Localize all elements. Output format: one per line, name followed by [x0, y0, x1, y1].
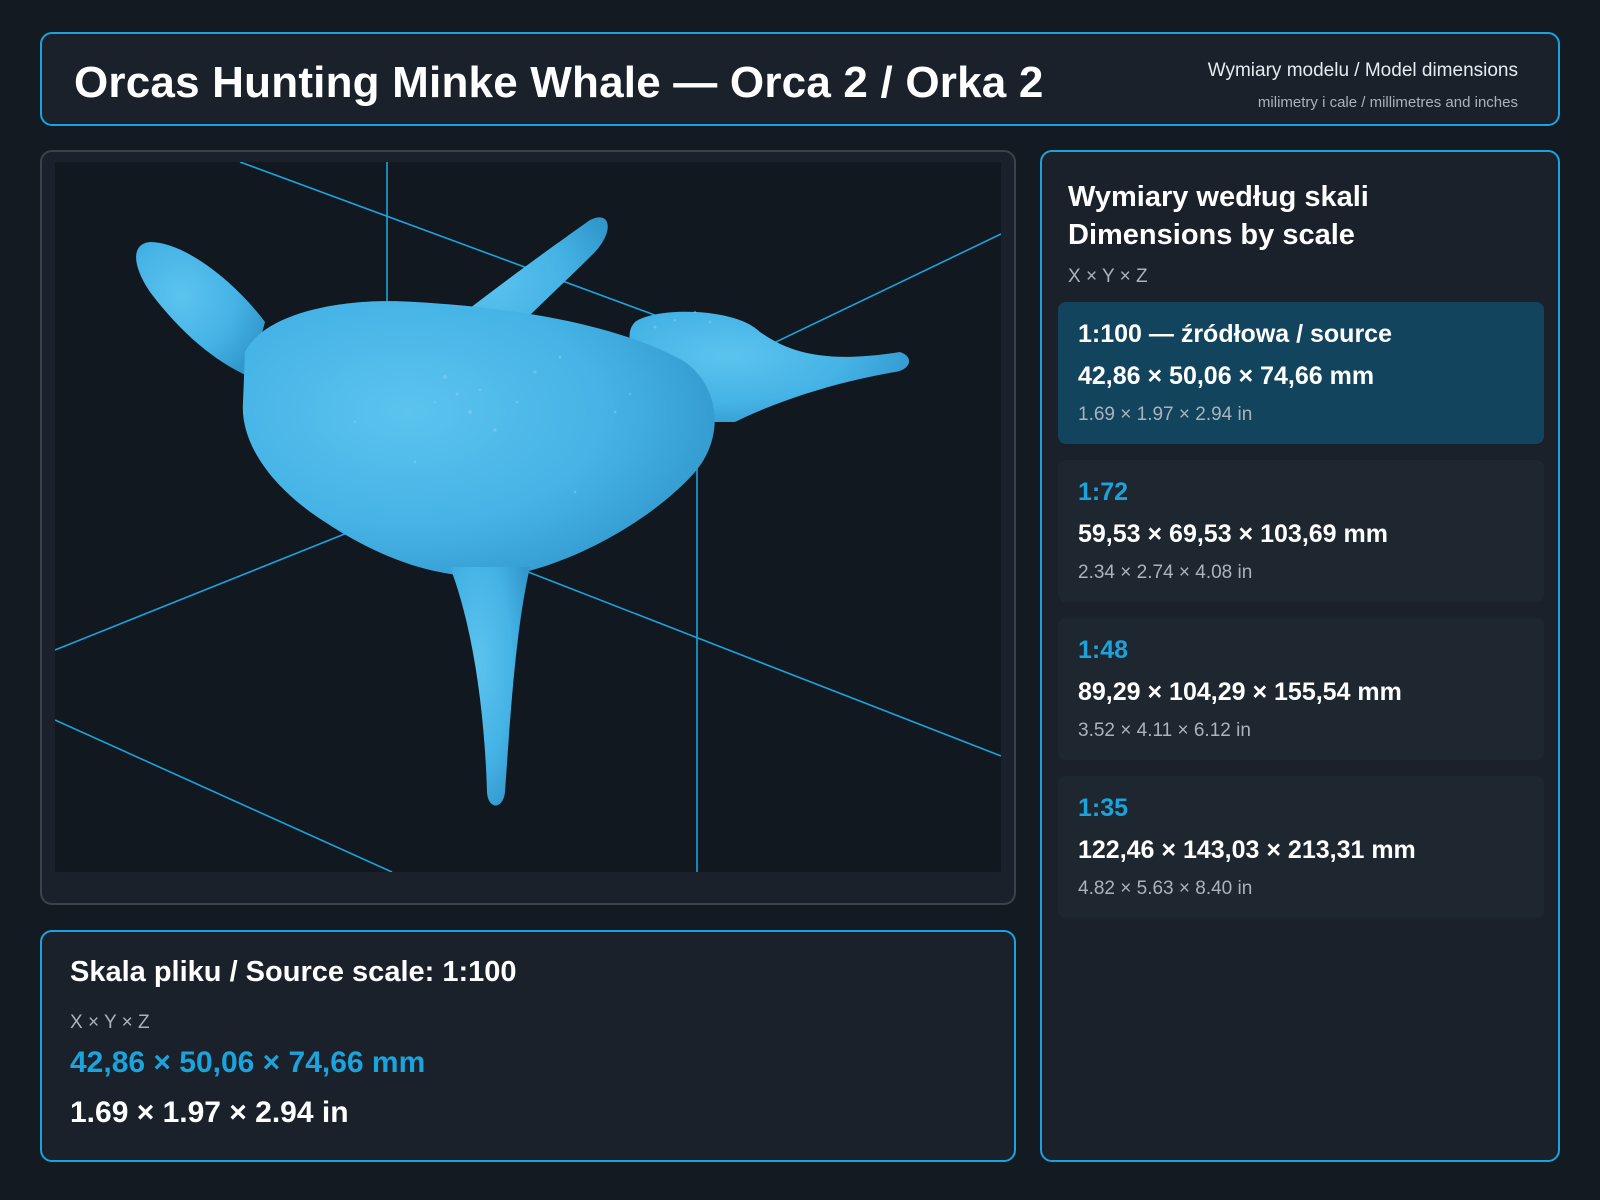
header-subtitle-primary: Wymiary modelu / Model dimensions	[1207, 60, 1518, 81]
scales-title-line1: Wymiary według skali	[1068, 181, 1369, 213]
scales-axes-label: X × Y × Z	[1068, 266, 1148, 287]
scale-dimensions-in: 3.52 × 4.11 × 6.12 in	[1078, 720, 1251, 741]
source-axes-label: X × Y × Z	[70, 1012, 150, 1033]
source-dimensions-in: 1.69 × 1.97 × 2.94 in	[70, 1096, 349, 1129]
viewer-canvas[interactable]	[55, 162, 1001, 872]
scale-dimensions-in: 2.34 × 2.74 × 4.08 in	[1078, 562, 1253, 583]
scale-card-1-100[interactable]: 1:100 — źródłowa / source 42,86 × 50,06 …	[1058, 302, 1544, 444]
page-title: Orcas Hunting Minke Whale — Orca 2 / Ork…	[74, 58, 1044, 107]
scale-name: 1:72	[1078, 478, 1129, 506]
scales-title: Wymiary według skali Dimensions by scale	[1068, 178, 1369, 254]
source-scale-panel: Skala pliku / Source scale: 1:100 X × Y …	[40, 930, 1016, 1162]
model-viewer[interactable]	[40, 150, 1016, 905]
scale-dimensions-in: 4.82 × 5.63 × 8.40 in	[1078, 878, 1253, 899]
source-scale-title: Skala pliku / Source scale: 1:100	[70, 956, 517, 988]
scale-name: 1:48	[1078, 636, 1129, 664]
scale-name: 1:100 — źródłowa / source	[1078, 320, 1392, 348]
scale-dimensions-in: 1.69 × 1.97 × 2.94 in	[1078, 404, 1253, 425]
scale-card-1-72[interactable]: 1:72 59,53 × 69,53 × 103,69 mm 2.34 × 2.…	[1058, 460, 1544, 602]
header-bar: Orcas Hunting Minke Whale — Orca 2 / Ork…	[40, 32, 1560, 126]
model-render[interactable]	[55, 162, 1001, 872]
scale-card-1-35[interactable]: 1:35 122,46 × 143,03 × 213,31 mm 4.82 × …	[1058, 776, 1544, 918]
scale-dimensions-mm: 59,53 × 69,53 × 103,69 mm	[1078, 520, 1388, 548]
header-subtitle-secondary: milimetry i cale / millimetres and inche…	[1257, 94, 1518, 111]
scale-dimensions-mm: 89,29 × 104,29 × 155,54 mm	[1078, 678, 1402, 706]
orca-model	[136, 217, 910, 806]
scales-panel: Wymiary według skali Dimensions by scale…	[1040, 150, 1560, 1162]
scale-name: 1:35	[1078, 794, 1129, 822]
scale-dimensions-mm: 42,86 × 50,06 × 74,66 mm	[1078, 362, 1375, 390]
scale-card-1-48[interactable]: 1:48 89,29 × 104,29 × 155,54 mm 3.52 × 4…	[1058, 618, 1544, 760]
scale-dimensions-mm: 122,46 × 143,03 × 213,31 mm	[1078, 836, 1416, 864]
source-dimensions-mm: 42,86 × 50,06 × 74,66 mm	[70, 1046, 426, 1079]
scales-title-line2: Dimensions by scale	[1068, 219, 1355, 251]
